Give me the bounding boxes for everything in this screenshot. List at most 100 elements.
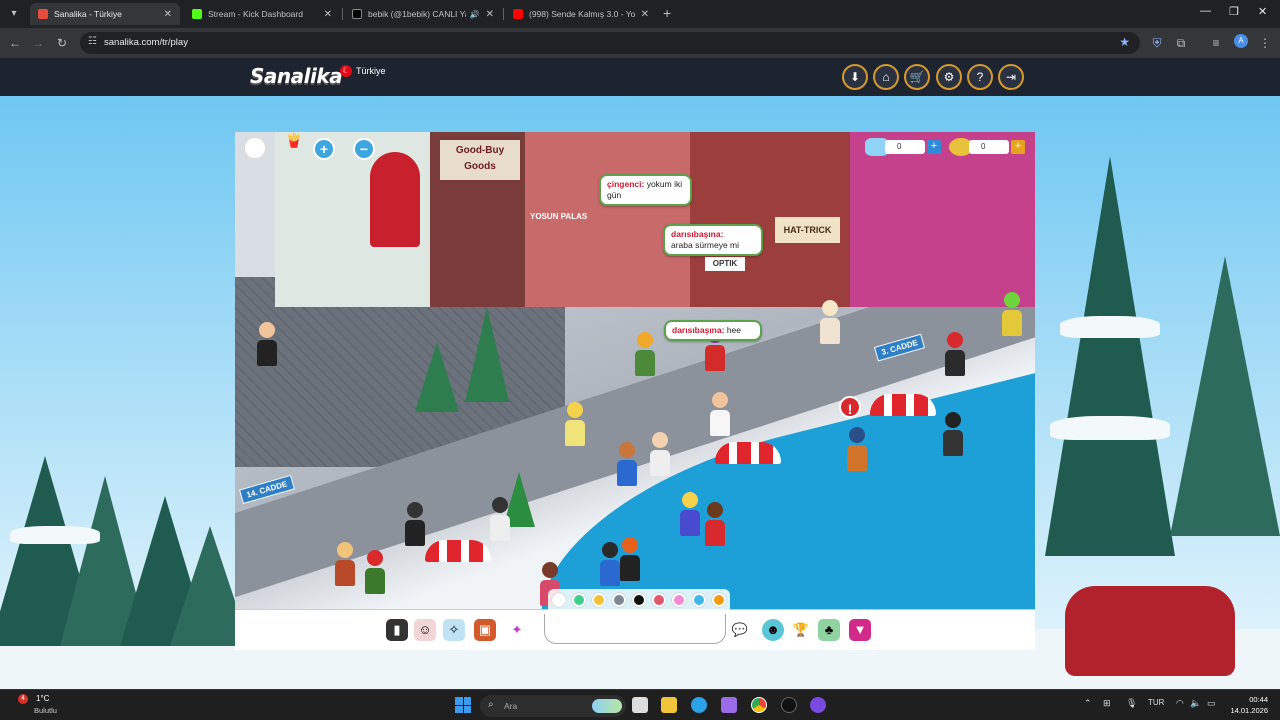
trophy-icon[interactable]: 🏆 — [790, 619, 812, 641]
obs-icon[interactable] — [781, 697, 797, 713]
fries-icon[interactable]: 🍟 — [285, 132, 307, 150]
forward-icon[interactable]: → — [29, 34, 47, 52]
player-avatar[interactable] — [405, 502, 425, 546]
copilot-icon[interactable] — [721, 697, 737, 713]
back-icon[interactable]: ← — [6, 34, 24, 52]
zoom-in-button[interactable]: + — [313, 138, 335, 160]
player-avatar[interactable] — [847, 427, 867, 471]
home-button[interactable]: ⌂ — [873, 64, 899, 90]
battery-icon[interactable]: ▭ — [1207, 698, 1216, 709]
new-tab-icon[interactable]: + — [663, 5, 671, 21]
profile-avatar[interactable]: A — [1234, 34, 1248, 48]
player-avatar-thumbnail[interactable] — [243, 136, 267, 160]
file-explorer-icon[interactable] — [661, 697, 677, 713]
island-icon[interactable]: ♣ — [818, 619, 840, 641]
media-control-icon[interactable]: ≡ — [1207, 34, 1225, 52]
color-green[interactable] — [572, 593, 586, 607]
sanalika-logo[interactable]: Sanalika — [250, 64, 343, 88]
help-button[interactable]: ? — [967, 64, 993, 90]
volume-icon[interactable]: 🔈 — [1190, 698, 1201, 709]
player-avatar[interactable] — [365, 550, 385, 594]
wifi-icon[interactable]: ◠ — [1176, 698, 1184, 709]
color-white[interactable] — [552, 593, 566, 607]
logout-button[interactable]: ⇥ — [998, 64, 1024, 90]
edge-icon[interactable] — [691, 697, 707, 713]
close-window-icon[interactable]: ✕ — [1258, 5, 1267, 18]
tray-chevron-icon[interactable]: ⌃ — [1084, 698, 1092, 709]
chat-input[interactable] — [544, 614, 726, 644]
taskbar-search[interactable]: ⌕ Ara — [480, 695, 626, 717]
extensions-puzzle-icon[interactable]: ⧉ — [1172, 34, 1190, 52]
weather-description[interactable]: Bulutlu — [34, 706, 57, 715]
color-yellow[interactable] — [592, 593, 606, 607]
emotes-icon[interactable]: ☺ — [414, 619, 436, 641]
color-red[interactable] — [652, 593, 666, 607]
phone-icon[interactable]: ▮ — [386, 619, 408, 641]
close-tab-icon[interactable]: ✕ — [324, 9, 332, 20]
minimize-icon[interactable]: — — [1200, 5, 1211, 17]
weather-badge[interactable]: 4 — [18, 694, 28, 704]
close-tab-icon[interactable]: ✕ — [486, 9, 494, 20]
tab-tiktok-live[interactable]: bebik (@1bebik) CANLI Yay 🔊 ✕ — [344, 3, 502, 25]
alert-icon[interactable]: ! — [839, 396, 861, 418]
menu-dots-icon[interactable]: ⋮ — [1256, 34, 1274, 52]
tray-app-icon[interactable]: ⊞ — [1103, 698, 1111, 709]
system-clock[interactable]: 00:44 14.01.2026 — [1228, 694, 1268, 716]
site-info-icon[interactable]: ☷ — [88, 36, 97, 47]
close-tab-icon[interactable]: ✕ — [641, 9, 649, 20]
player-avatar[interactable] — [680, 492, 700, 536]
player-avatar[interactable] — [705, 502, 725, 546]
start-windows-icon[interactable] — [455, 697, 471, 713]
color-pink[interactable] — [672, 593, 686, 607]
settings-button[interactable]: ⚙ — [936, 64, 962, 90]
extension-shield-icon[interactable]: ⛨ — [1148, 34, 1166, 52]
backpack-icon[interactable]: ▣ — [474, 619, 496, 641]
chrome-icon[interactable] — [751, 697, 767, 713]
maximize-icon[interactable]: ❐ — [1229, 5, 1239, 18]
app-icon[interactable] — [810, 697, 826, 713]
color-gray[interactable] — [612, 593, 626, 607]
tab-sanalika[interactable]: Sanalika - Türkiye ✕ — [30, 3, 180, 25]
url-text[interactable]: sanalika.com/tr/play — [104, 37, 188, 48]
chat-bubbles-icon[interactable]: 💬 — [729, 619, 751, 641]
download-button[interactable]: ⬇ — [842, 64, 868, 90]
tab-search-icon[interactable]: ▾ — [6, 6, 22, 22]
speaker-icon[interactable]: 🔊 — [470, 10, 480, 19]
player-avatar[interactable] — [945, 332, 965, 376]
add-diamonds-button[interactable]: + — [927, 140, 941, 154]
microphone-icon[interactable]: 🎙 — [1126, 698, 1137, 709]
zoom-out-button[interactable]: − — [353, 138, 375, 160]
player-avatar[interactable] — [635, 332, 655, 376]
color-blue[interactable] — [692, 593, 706, 607]
player-avatar[interactable] — [600, 542, 620, 586]
player-avatar[interactable] — [620, 537, 640, 581]
player-avatar[interactable] — [1002, 292, 1022, 336]
color-orange[interactable] — [712, 593, 726, 607]
player-avatar[interactable] — [710, 392, 730, 436]
player-avatar[interactable] — [490, 497, 510, 541]
weather-temperature[interactable]: 1°C — [36, 694, 49, 703]
tab-kick-dashboard[interactable]: Stream - Kick Dashboard ✕ — [184, 3, 340, 25]
dance-icon[interactable]: ✧ — [443, 619, 465, 641]
add-gold-button[interactable]: + — [1011, 140, 1025, 154]
task-view-icon[interactable] — [632, 697, 648, 713]
tab-youtube[interactable]: (998) Sende Kalmış 3.0 - YouTub ✕ — [505, 3, 657, 25]
menu-arrow-icon[interactable]: ▼ — [849, 619, 871, 641]
action-icon[interactable]: ✦ — [506, 619, 528, 641]
cart-button[interactable]: 🛒 — [904, 64, 930, 90]
player-avatar[interactable] — [565, 402, 585, 446]
player-avatar[interactable] — [257, 322, 277, 366]
player-avatar[interactable] — [650, 432, 670, 476]
close-tab-icon[interactable]: ✕ — [164, 9, 172, 20]
bookmark-star-icon[interactable]: ★ — [1119, 35, 1130, 49]
game-canvas[interactable]: Good-Buy Goods YOSUN PALAS HAT-TRICK OPT… — [235, 132, 1035, 609]
player-avatar[interactable] — [820, 300, 840, 344]
language-indicator[interactable]: TUR — [1148, 698, 1164, 707]
player-avatar[interactable] — [617, 442, 637, 486]
address-bar[interactable]: ☷ sanalika.com/tr/play ★ — [80, 32, 1140, 54]
pet-icon[interactable]: ☻ — [762, 619, 784, 641]
player-avatar[interactable] — [943, 412, 963, 456]
color-black[interactable] — [632, 593, 646, 607]
reload-icon[interactable]: ↻ — [53, 34, 71, 52]
player-avatar[interactable] — [335, 542, 355, 586]
